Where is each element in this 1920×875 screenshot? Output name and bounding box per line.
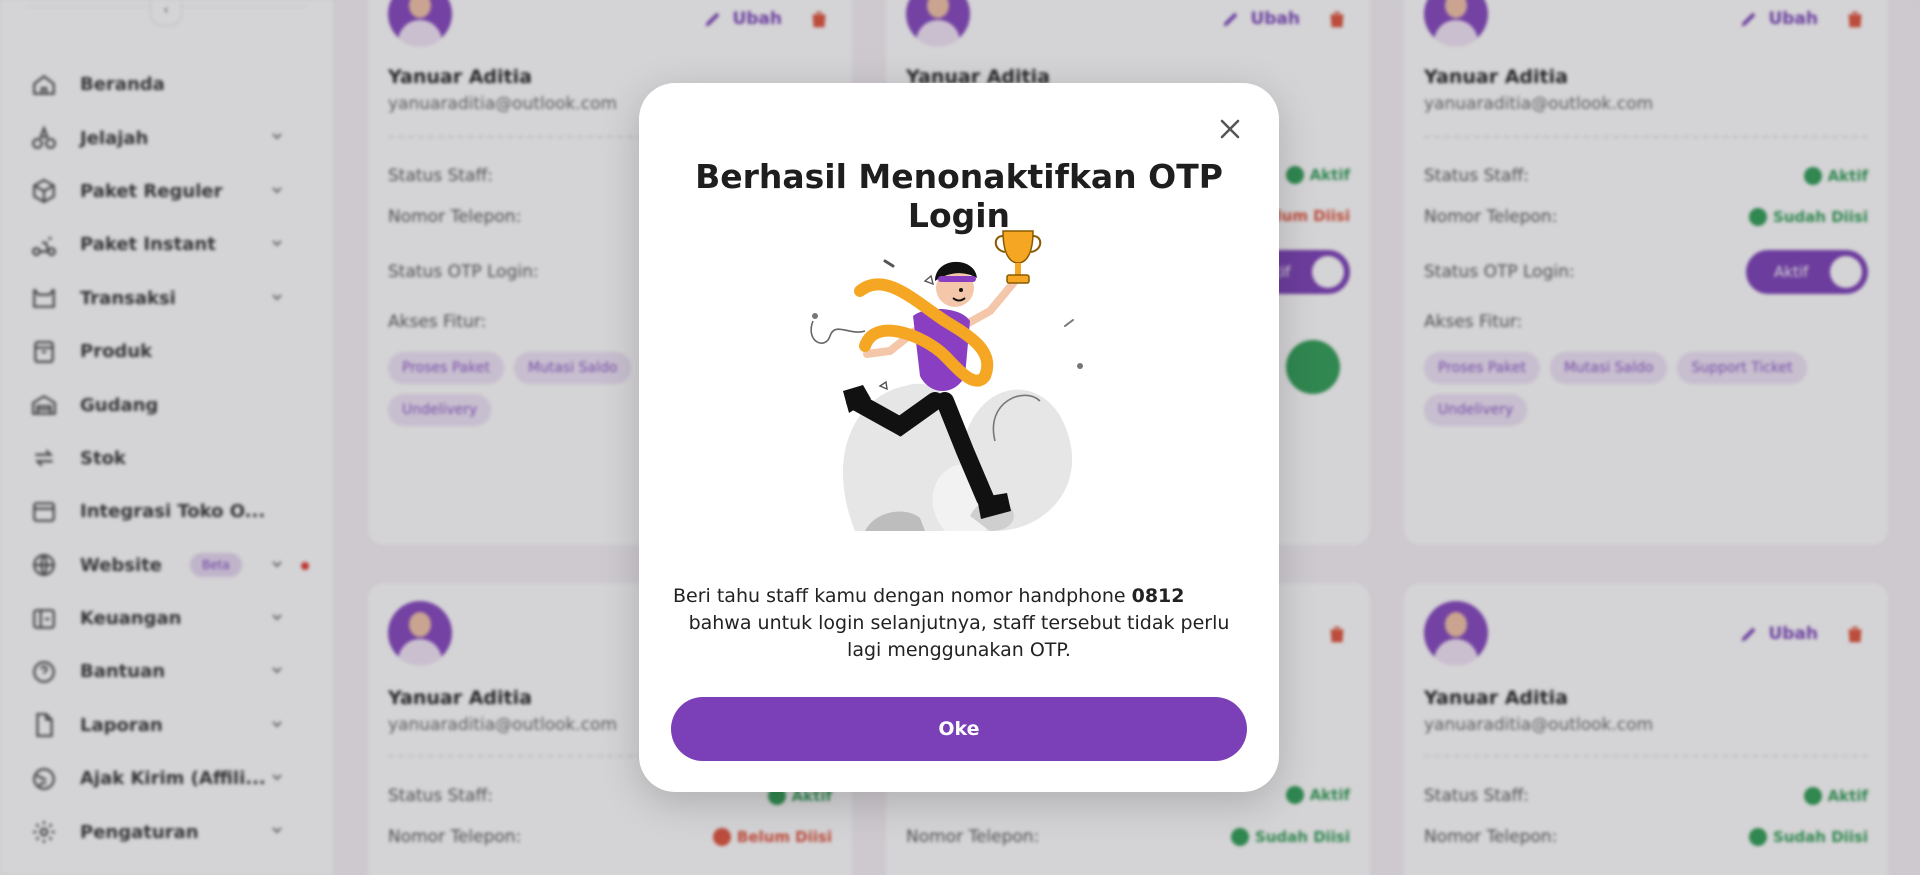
phone-number: 0812: [1131, 585, 1185, 607]
ok-button[interactable]: Oke: [671, 697, 1247, 761]
celebration-illustration: [810, 230, 1083, 531]
modal-title: Berhasil Menonaktifkan OTP Login: [695, 157, 1223, 235]
close-icon[interactable]: [1215, 114, 1245, 144]
modal-description: Beri tahu staff kamu dengan nomor handph…: [673, 585, 1230, 661]
success-modal: Berhasil Menonaktifkan OTP Login Beri ta…: [639, 83, 1279, 792]
